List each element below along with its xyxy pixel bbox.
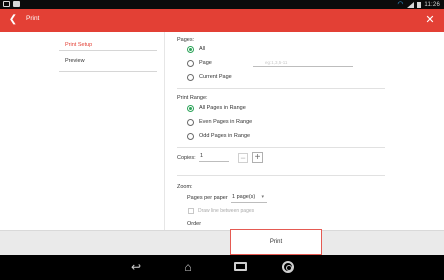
- radio-button[interactable]: [187, 132, 194, 140]
- radio-button[interactable]: [187, 45, 194, 53]
- radio-pages-page[interactable]: Page: [187, 58, 212, 68]
- radio-pages-current[interactable]: Current Page: [187, 72, 232, 82]
- draw-line-option[interactable]: Draw line between pages: [188, 208, 254, 214]
- back-arrow-icon[interactable]: ❮: [6, 13, 20, 27]
- order-label: Order: [187, 221, 202, 227]
- radio-range-even[interactable]: Even Pages in Range: [187, 117, 252, 127]
- sidebar-item-label: Preview: [65, 58, 85, 64]
- radio-pages-all[interactable]: All: [187, 44, 205, 54]
- checkbox[interactable]: [188, 208, 194, 214]
- status-clock: 11:26: [424, 1, 440, 8]
- radio-button[interactable]: [187, 59, 194, 67]
- chevron-down-icon: ▾: [261, 194, 264, 200]
- sidebar-divider: [59, 71, 157, 72]
- radio-label: Current Page: [199, 74, 232, 80]
- print-range-label: Print Range:: [177, 95, 208, 101]
- battery-icon: [417, 1, 422, 8]
- home-icon[interactable]: ⌂: [176, 259, 200, 275]
- back-icon[interactable]: ↩: [124, 259, 148, 275]
- print-button[interactable]: Print: [230, 229, 322, 255]
- radio-label: Page: [199, 60, 212, 66]
- section-divider: [177, 175, 385, 176]
- status-bar: ◠ 11:26: [0, 0, 444, 9]
- wifi-icon: ◠: [397, 0, 404, 8]
- pages-per-paper-label: Pages per paper: [187, 195, 228, 201]
- settings-panel: Pages: All Page eg:1,3,5-11 Current Page…: [165, 32, 385, 255]
- checkbox-label: Draw line between pages: [198, 208, 255, 214]
- radio-range-odd[interactable]: Odd Pages in Range: [187, 131, 250, 141]
- close-icon[interactable]: ✕: [424, 14, 436, 26]
- usb-icon: [13, 1, 20, 7]
- pages-per-paper-select[interactable]: 1 page(s) ▾: [231, 192, 267, 203]
- radio-range-all[interactable]: All Pages in Range: [187, 103, 246, 113]
- notification-icon: [3, 1, 10, 7]
- app-bar: ❮ Print ✕: [0, 9, 444, 32]
- page-title: Print: [26, 15, 40, 22]
- page-range-input[interactable]: eg:1,3,5-11: [253, 58, 353, 67]
- radio-label: All Pages in Range: [199, 105, 246, 111]
- print-settings-screen: Print Setup Preview Pages: All Page eg:1…: [0, 32, 444, 255]
- pages-label: Pages:: [177, 37, 195, 43]
- increment-button[interactable]: +: [252, 152, 263, 163]
- footer-bar: [0, 230, 444, 255]
- navigation-bar: ↩ ⌂: [0, 255, 444, 280]
- recent-apps-icon[interactable]: [228, 259, 252, 275]
- print-button-label: Print: [269, 239, 283, 245]
- radio-label: Odd Pages in Range: [199, 133, 251, 139]
- decrement-button[interactable]: −: [238, 153, 248, 163]
- radio-label: All: [199, 46, 206, 52]
- signal-icon: [407, 1, 415, 8]
- radio-button[interactable]: [187, 73, 194, 81]
- section-divider: [177, 147, 385, 148]
- zoom-label: Zoom:: [177, 184, 193, 190]
- copies-label: Copies:: [177, 155, 196, 161]
- section-divider: [177, 88, 385, 89]
- radio-label: Even Pages in Range: [199, 119, 253, 125]
- copies-input[interactable]: 1: [199, 151, 229, 162]
- sidebar: Print Setup Preview: [59, 32, 157, 255]
- select-value: 1 page(s): [232, 194, 256, 200]
- chrome-icon[interactable]: [276, 259, 300, 275]
- radio-button[interactable]: [187, 118, 194, 126]
- radio-button[interactable]: [187, 104, 194, 112]
